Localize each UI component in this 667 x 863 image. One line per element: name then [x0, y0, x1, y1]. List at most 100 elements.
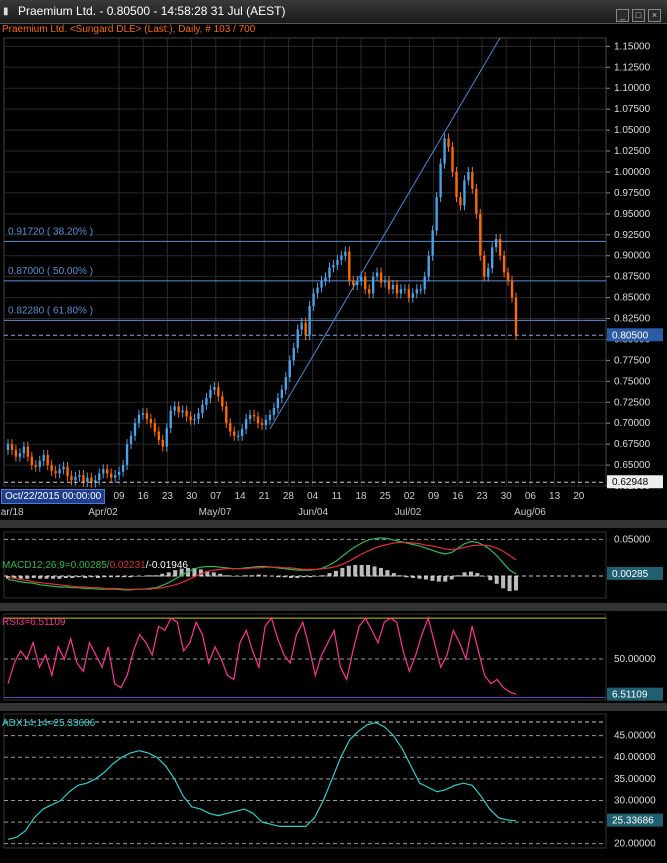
macd-histogram-bar	[366, 565, 371, 577]
candle-body	[74, 476, 77, 481]
candle-body	[229, 423, 232, 432]
fib-level-label: 0.87000 ( 50.00% )	[8, 266, 93, 277]
adx-tick-label: 30.00000	[614, 795, 656, 806]
macd-histogram-bar	[391, 573, 396, 577]
macd-histogram-bar	[333, 570, 338, 577]
candle-body	[117, 471, 121, 476]
macd-histogram-bar	[378, 567, 383, 577]
candle-body	[106, 469, 109, 474]
candle-body	[157, 431, 160, 440]
macd-histogram-bar	[514, 576, 518, 591]
candle-body	[244, 419, 248, 430]
candle-body	[451, 146, 454, 172]
macd-histogram-bar	[166, 572, 171, 577]
macd-histogram-bar	[288, 576, 293, 578]
price-tick-label: 0.92500	[614, 230, 651, 241]
price-tick-label: 1.02500	[614, 146, 651, 157]
macd-histogram-bar	[243, 575, 248, 577]
macd-histogram-bar	[359, 565, 364, 577]
candle-body	[177, 406, 180, 413]
adx-pane-border	[3, 713, 607, 849]
candle-body	[149, 419, 153, 424]
candle-body	[312, 293, 315, 306]
fib-level-label: 0.91720 ( 38.20% )	[8, 226, 93, 237]
macd-histogram-bar	[51, 576, 56, 579]
macd-histogram-bar	[211, 572, 216, 577]
month-label: Jun/04	[298, 507, 328, 518]
price-tick-label: 1.05000	[614, 125, 651, 136]
macd-histogram-bar	[153, 575, 158, 577]
macd-tick-label: 0.05000	[614, 534, 651, 545]
candle-body	[360, 276, 363, 281]
candle-body	[264, 419, 268, 425]
macd-histogram-bar	[340, 567, 345, 577]
price-tick-label: 1.07500	[614, 104, 651, 115]
candle-body	[10, 444, 14, 450]
chart-canvas[interactable]: 0.91720 ( 38.20% ) 0.87000 ( 50.00% ) 0.82…	[0, 0, 667, 863]
candle-body	[260, 423, 264, 425]
macd-histogram-bar	[70, 576, 75, 578]
candle-body	[205, 398, 208, 405]
macd-histogram-bar	[449, 576, 454, 580]
macd-histogram-bar	[141, 576, 146, 577]
month-label: Aug/06	[514, 507, 546, 518]
price-tick-label: 0.67500	[614, 439, 651, 450]
macd-histogram-bar	[76, 576, 81, 578]
candle-body	[14, 449, 18, 457]
candle-body	[6, 444, 10, 450]
price-tick-label: 1.15000	[614, 41, 651, 52]
macd-histogram-bar	[134, 576, 139, 577]
x-tick-label: 16	[452, 491, 464, 502]
pane-separator	[0, 520, 667, 528]
macd-histogram-bar	[456, 575, 461, 577]
x-tick-label: 16	[138, 491, 150, 502]
candle-body	[276, 398, 280, 409]
candle-body	[145, 413, 149, 420]
candle-body	[510, 280, 514, 298]
candle-body	[447, 138, 450, 147]
candle-body	[415, 289, 418, 294]
price-tick-label: 1.00000	[614, 167, 651, 178]
x-tick-label: 25	[380, 491, 392, 502]
price-tick-label: 0.90000	[614, 251, 651, 262]
candle-body	[46, 455, 49, 466]
candle-body	[419, 289, 422, 291]
candle-body	[344, 251, 347, 256]
candle-body	[471, 171, 474, 189]
macd-histogram-bar	[314, 576, 319, 577]
candle-body	[391, 285, 395, 290]
candle-body	[248, 414, 252, 420]
candle-body	[98, 473, 101, 481]
macd-histogram-bar	[423, 576, 428, 580]
candle-body	[221, 396, 224, 407]
candle-body	[514, 297, 518, 336]
candle-body	[439, 163, 442, 198]
macd-histogram-bar	[411, 576, 416, 578]
macd-histogram-bar	[269, 576, 274, 577]
candle-body	[217, 387, 220, 397]
x-tick-label: 14	[234, 491, 246, 502]
candle-body	[506, 272, 510, 281]
candle-body	[379, 272, 383, 283]
candle-body	[62, 466, 65, 470]
candle-body	[475, 188, 478, 214]
candle-body	[479, 213, 482, 256]
x-tick-label: 18	[355, 491, 367, 502]
fib-level-label: 0.82280 ( 61.80% )	[8, 305, 93, 316]
macd-histogram-bar	[250, 575, 255, 577]
candle-body	[324, 277, 327, 281]
candle-body	[30, 456, 33, 466]
rsi-last-label: 6.51109	[612, 690, 648, 701]
macd-histogram-bar	[31, 576, 36, 578]
candle-body	[38, 460, 41, 467]
price-tick-label: 0.97500	[614, 188, 651, 199]
macd-histogram-bar	[276, 576, 281, 578]
candle-body	[280, 389, 284, 399]
macd-histogram-bar	[436, 576, 441, 582]
macd-histogram-bar	[89, 576, 94, 578]
candle-body	[411, 293, 414, 298]
macd-histogram-bar	[404, 576, 409, 578]
candle-body	[185, 410, 188, 417]
x-tick-label: 06	[525, 491, 537, 502]
candle-body	[165, 428, 168, 447]
